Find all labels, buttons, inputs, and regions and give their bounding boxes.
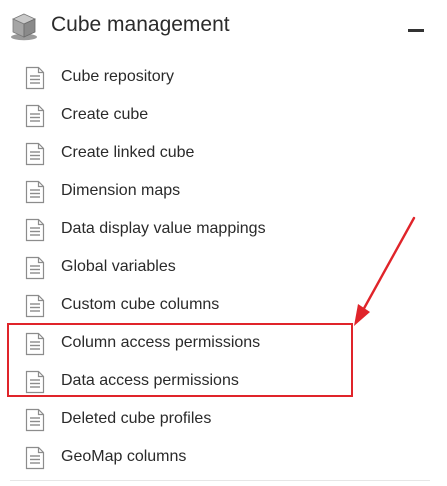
annotation-arrow-icon [354, 216, 416, 326]
menu-item-cube-repository[interactable]: Cube repository [24, 63, 354, 93]
menu-item-label: Cube repository [61, 68, 174, 85]
menu-item-create-cube[interactable]: Create cube [24, 101, 354, 131]
menu-item-label: Dimension maps [61, 182, 181, 199]
menu-item-create-linked-cube[interactable]: Create linked cube [24, 139, 354, 169]
document-icon [25, 142, 45, 166]
menu-item-label: Create linked cube [61, 144, 195, 161]
menu-item-label: Global variables [61, 258, 176, 275]
menu-item-label: Data display value mappings [61, 220, 266, 237]
menu-item-label: Create cube [61, 106, 149, 123]
menu-item-label: Custom cube columns [61, 296, 220, 313]
menu-item-label: GeoMap columns [61, 448, 187, 465]
menu-item-data-display-value-mappings[interactable]: Data display value mappings [24, 215, 354, 245]
highlight-box [7, 323, 353, 397]
document-icon [25, 446, 45, 470]
divider [10, 480, 430, 481]
menu-item-custom-cube-columns[interactable]: Custom cube columns [24, 291, 354, 321]
document-icon [25, 180, 45, 204]
document-icon [25, 104, 45, 128]
document-icon [25, 256, 45, 280]
menu-item-global-variables[interactable]: Global variables [24, 253, 354, 283]
minus-icon [408, 29, 424, 32]
document-icon [25, 294, 45, 318]
menu-item-dimension-maps[interactable]: Dimension maps [24, 177, 354, 207]
menu-item-deleted-cube-profiles[interactable]: Deleted cube profiles [24, 405, 354, 435]
document-icon [25, 218, 45, 242]
menu-item-label: Deleted cube profiles [61, 410, 212, 427]
panel-title: Cube management [51, 13, 230, 36]
cube-database-icon [11, 13, 37, 41]
document-icon [25, 408, 45, 432]
document-icon [25, 66, 45, 90]
panel-header[interactable]: Cube management [0, 0, 447, 52]
menu-item-geomap-columns[interactable]: GeoMap columns [24, 443, 354, 473]
collapse-button[interactable] [404, 17, 430, 37]
cube-management-panel: Cube management Cube repository Create c… [0, 0, 447, 486]
